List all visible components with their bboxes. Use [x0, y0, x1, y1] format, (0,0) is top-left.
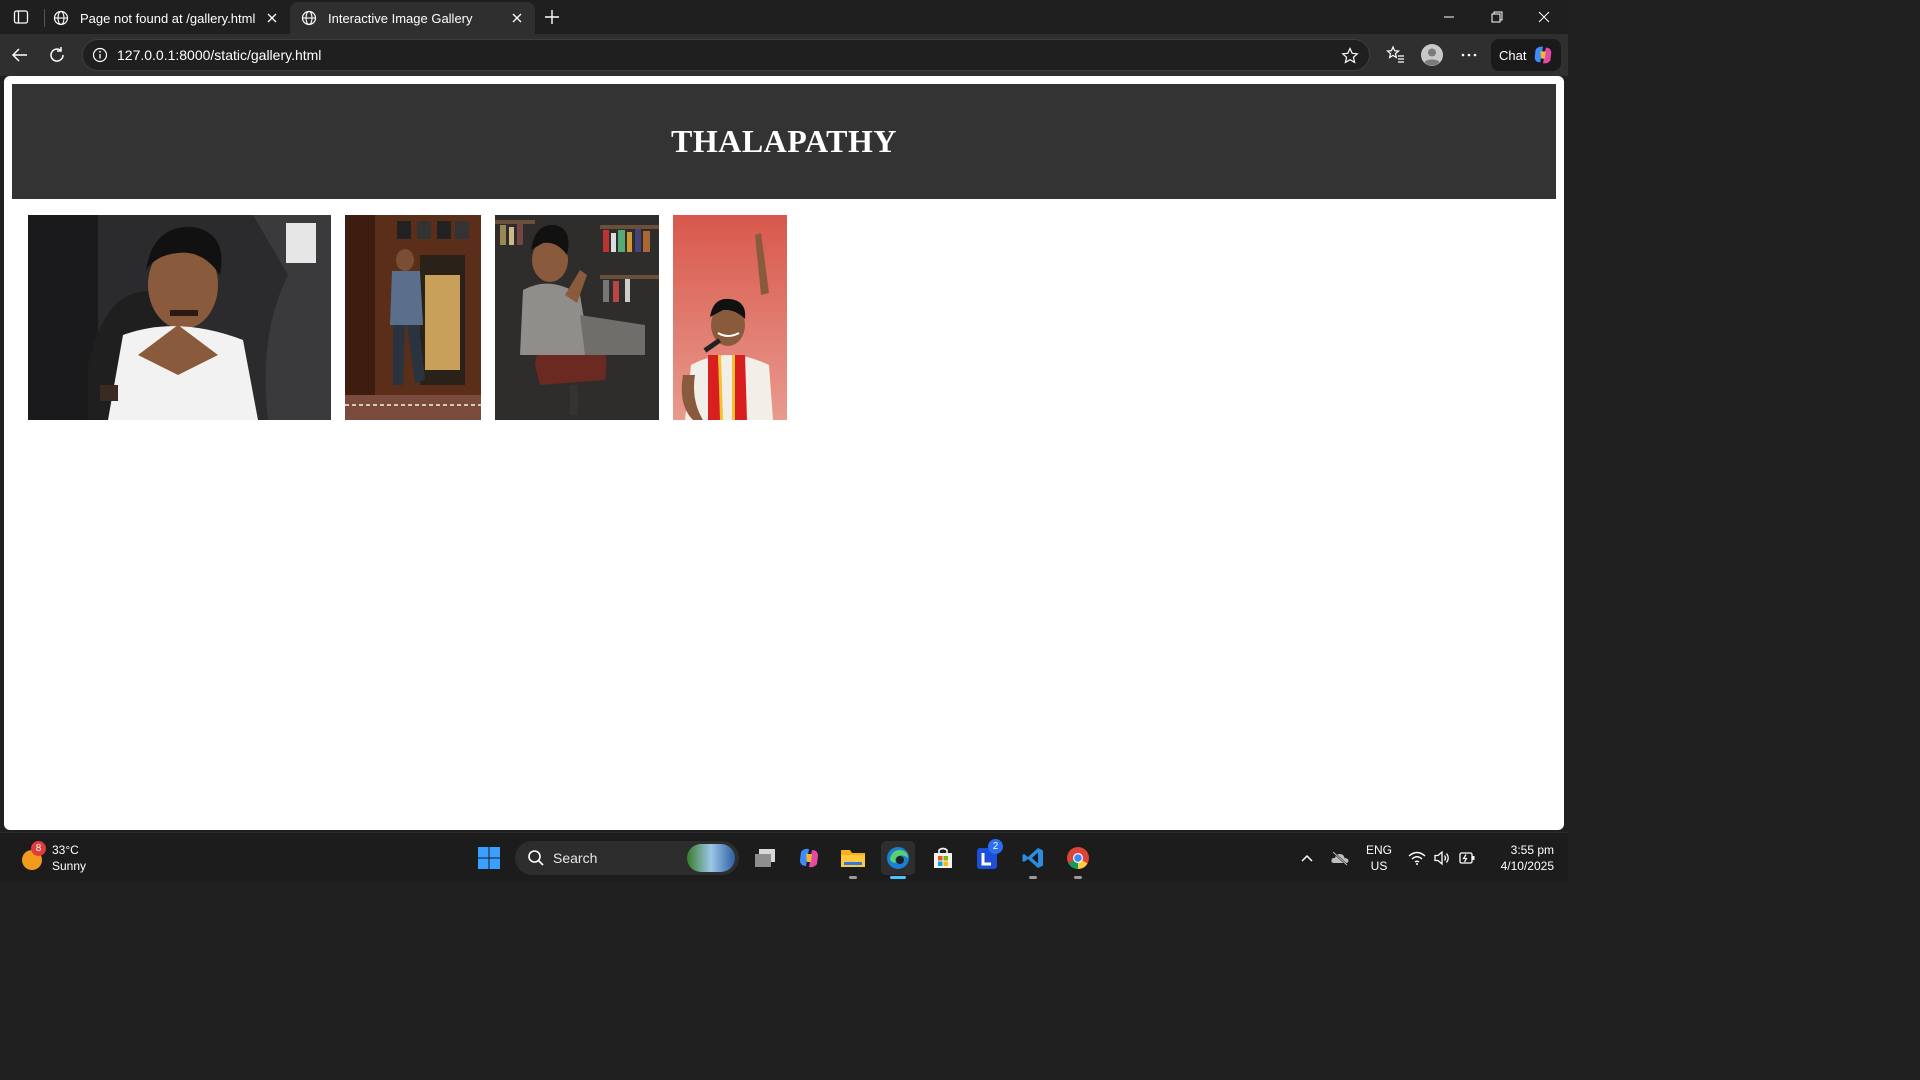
chevron-up-icon[interactable]	[1296, 841, 1318, 875]
gallery-image-2[interactable]	[345, 215, 481, 420]
globe-icon	[300, 9, 318, 27]
volume-icon[interactable]	[1431, 841, 1453, 875]
new-tab-plus-icon[interactable]	[540, 5, 564, 29]
search-highlight-image	[687, 844, 735, 872]
chat-button[interactable]: Chat	[1491, 39, 1561, 71]
microsoft-store-icon[interactable]	[926, 841, 960, 875]
tab-title: Interactive Image Gallery	[328, 10, 473, 26]
weather-widget[interactable]: 8 33°C Sunny	[20, 841, 86, 875]
tab-interactive-image-gallery[interactable]: Interactive Image Gallery	[290, 2, 535, 34]
browser-window: Page not found at /gallery.html Interact…	[0, 0, 1568, 882]
l-app-icon[interactable]: 2	[971, 839, 1005, 875]
file-explorer-icon[interactable]	[836, 841, 870, 879]
active-indicator	[890, 876, 906, 879]
clock-date: 4/10/2025	[1500, 859, 1554, 873]
sidebar-toggle-icon[interactable]	[8, 5, 34, 29]
gallery-image-4[interactable]	[673, 215, 787, 420]
tab-title: Page not found at /gallery.html	[80, 10, 256, 26]
favorite-star-icon[interactable]	[1339, 45, 1361, 67]
taskbar: 8 33°C Sunny Search 2 ENG US 3:55 pm 4/1…	[0, 832, 1568, 882]
notification-badge: 2	[988, 839, 1003, 854]
gallery-image-3[interactable]	[495, 215, 659, 420]
region-code: US	[1370, 859, 1388, 873]
edge-browser-icon[interactable]	[881, 841, 915, 879]
chat-label: Chat	[1499, 47, 1527, 63]
language-code: ENG	[1365, 843, 1392, 857]
sun-icon: 8	[20, 841, 46, 871]
title-bar: Page not found at /gallery.html Interact…	[0, 0, 1568, 34]
battery-charging-icon[interactable]	[1456, 841, 1478, 875]
gallery-image-1[interactable]	[28, 215, 331, 420]
browser-toolbar: 127.0.0.1:8000/static/gallery.html Chat	[0, 34, 1568, 76]
vscode-icon[interactable]	[1016, 841, 1050, 879]
system-clock[interactable]: 3:55 pm 4/10/2025	[1486, 841, 1554, 875]
weather-condition: Sunny	[52, 859, 87, 873]
weather-temperature: 33°C	[52, 843, 79, 857]
tab-page-not-found[interactable]: Page not found at /gallery.html	[42, 2, 290, 34]
clock-time: 3:55 pm	[1510, 843, 1554, 857]
page-title: THALAPATHY	[670, 123, 898, 159]
more-options-icon[interactable]	[1455, 41, 1483, 69]
running-indicator	[1074, 876, 1082, 879]
minimize-icon[interactable]	[1426, 0, 1472, 34]
task-view-icon[interactable]	[748, 841, 782, 875]
windows-start-icon[interactable]	[472, 841, 506, 875]
profile-avatar-icon[interactable]	[1418, 41, 1446, 69]
close-icon[interactable]	[262, 8, 282, 28]
address-bar[interactable]: 127.0.0.1:8000/static/gallery.html	[82, 39, 1370, 71]
restore-icon[interactable]	[1474, 0, 1520, 34]
site-info-icon[interactable]	[91, 46, 109, 64]
back-arrow-icon[interactable]	[6, 41, 34, 69]
taskbar-search[interactable]: Search	[515, 841, 739, 875]
site-header: THALAPATHY	[12, 84, 1556, 199]
language-indicator[interactable]: ENG US	[1362, 841, 1396, 875]
search-icon	[528, 850, 544, 866]
close-icon[interactable]	[507, 8, 527, 28]
wifi-icon[interactable]	[1406, 841, 1428, 875]
favorites-list-icon[interactable]	[1382, 41, 1410, 69]
running-indicator	[849, 876, 857, 879]
reload-icon[interactable]	[43, 41, 71, 69]
copilot-icon[interactable]	[792, 841, 826, 875]
weather-badge: 8	[31, 841, 46, 856]
running-indicator	[1029, 876, 1037, 879]
onedrive-offline-icon[interactable]	[1328, 841, 1352, 875]
globe-icon	[52, 9, 70, 27]
search-label: Search	[553, 850, 598, 866]
window-close-icon[interactable]	[1521, 0, 1567, 34]
page-viewport: THALAPATHY	[4, 76, 1564, 830]
url-text: 127.0.0.1:8000/static/gallery.html	[117, 47, 322, 63]
copilot-icon	[1535, 46, 1552, 64]
chrome-icon[interactable]	[1061, 841, 1095, 879]
